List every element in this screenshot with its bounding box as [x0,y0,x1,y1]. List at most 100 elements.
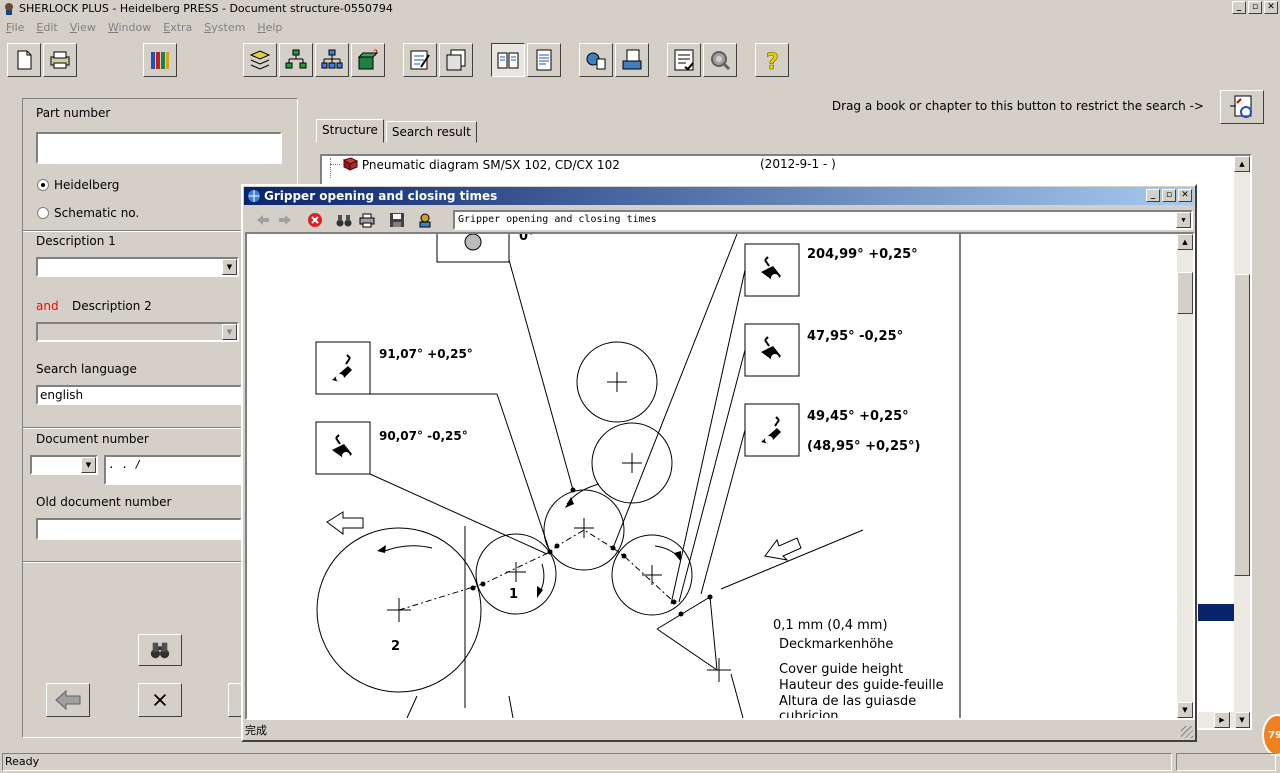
scroll-up-button[interactable]: ▲ [1234,156,1250,172]
settings-button[interactable] [703,43,737,77]
old-document-number-input[interactable] [36,518,242,540]
chevron-down-icon[interactable]: ▼ [81,457,96,473]
parts-button[interactable] [579,43,613,77]
clear-button[interactable] [138,683,182,717]
tree-item[interactable]: Pneumatic diagram SM/SX 102, CD/CX 102 [342,157,620,172]
doc-maximize-button[interactable]: ▫ [1162,189,1176,202]
guide-triangle [656,596,718,672]
edit-icon [410,50,430,70]
scroll-up-button[interactable]: ▲ [1177,234,1193,250]
copy-button[interactable] [439,43,473,77]
menu-window[interactable]: Window [102,21,157,34]
radio-heidelberg[interactable] [37,179,49,191]
help-button[interactable]: ? [755,43,789,77]
back-button[interactable] [46,683,90,717]
contact-point [470,585,476,591]
tree-hscrollbar[interactable]: ▶ [1198,712,1236,728]
menu-help[interactable]: Help [251,21,288,34]
selected-tree-row[interactable] [1198,604,1236,621]
menu-extra[interactable]: Extra [157,21,198,34]
tab-structure[interactable]: Structure [316,119,384,143]
radio-heidelberg-label[interactable]: Heidelberg [54,178,119,192]
diagram-label: 0° [519,234,535,244]
leader-line [670,269,746,605]
contact-point [547,549,553,555]
scroll-thumb[interactable] [1234,274,1250,576]
doc-forward-button[interactable] [275,210,295,230]
doc-stop-button[interactable] [305,210,325,230]
part-number-input[interactable] [36,132,282,164]
document-number-prefix-select[interactable]: ▼ [30,455,98,475]
stack-icon [249,50,271,70]
rotation-arrow [381,545,433,553]
diagram-label: Cover guide height [779,662,903,677]
print-button[interactable] [43,43,77,77]
package-button[interactable]: ? [351,43,385,77]
printer-icon [359,213,375,228]
parts-print-button[interactable] [615,43,649,77]
document-scrollbar[interactable]: ▲ ▼ [1177,234,1193,718]
menu-edit[interactable]: Edit [30,21,63,34]
doc-options-button[interactable] [415,210,435,230]
document-address-combo[interactable]: Gripper opening and closing times ▼ [453,210,1193,230]
document-toolbar: Gripper opening and closing times ▼ [245,208,1193,232]
status-bar: Ready [0,753,1280,773]
chevron-down-icon[interactable]: ▼ [222,259,237,275]
doc-find-button[interactable] [334,210,354,230]
doc-minimize-button[interactable]: _ [1146,189,1160,202]
books-icon [151,52,169,69]
leader-line [369,473,548,555]
page-view-button[interactable] [527,43,561,77]
resize-grip[interactable] [1181,726,1193,738]
radio-schematic-label[interactable]: Schematic no. [54,206,139,220]
menu-view[interactable]: View [64,21,102,34]
browser-icon [248,190,260,202]
checklist-button[interactable] [667,43,701,77]
restrict-search-button[interactable] [1220,90,1264,124]
document-status: 完成 [245,724,267,737]
description1-select[interactable]: ▼ [36,257,239,277]
tree-scrollbar[interactable]: ▲ ▼ [1234,156,1250,728]
stack-button[interactable] [243,43,277,77]
new-button[interactable] [7,43,41,77]
scroll-right-button[interactable]: ▶ [1214,712,1230,728]
diagram-label: cubricion [779,709,839,718]
diagram-label: 91,07° +0,25° [379,347,473,361]
menu-system[interactable]: System [198,21,251,34]
search-language-field[interactable]: english [36,385,242,405]
document-window[interactable]: Gripper opening and closing times _ ▫ ✕ … [241,184,1197,742]
maximize-button[interactable]: ▫ [1248,1,1262,14]
doc-print-button[interactable] [357,210,377,230]
scroll-thumb[interactable] [1177,272,1193,314]
contact-point [621,553,627,559]
doc-close-button[interactable]: ✕ [1178,189,1192,202]
minimize-button[interactable]: _ [1232,1,1246,14]
scroll-down-button[interactable]: ▼ [1177,702,1193,718]
arrowhead [565,497,574,508]
scroll-down-button[interactable]: ▼ [1234,712,1250,728]
parts-print-icon [622,49,642,70]
chevron-down-icon[interactable]: ▼ [1176,212,1191,228]
main-toolbar: ? ? [0,40,1280,80]
search-button[interactable] [138,634,182,666]
hierarchy-button[interactable] [315,43,349,77]
close-button[interactable]: ✕ [1264,1,1278,14]
arrowhead [674,551,681,562]
right-arrow-icon [279,215,291,225]
books-button[interactable] [143,43,177,77]
doc-save-button[interactable] [387,210,407,230]
centre-mark [707,658,731,682]
document-view[interactable]: 0° 204,99° +0,25° 47,95° -0,25° 49,45° +… [245,232,1195,720]
tab-search-result[interactable]: Search result [385,121,477,143]
drop-target-icon [1230,95,1252,118]
notification-badge[interactable]: 79 [1262,714,1280,756]
document-titlebar[interactable]: Gripper opening and closing times _ ▫ ✕ [244,187,1194,205]
doc-back-button[interactable] [253,210,273,230]
contact-point [554,543,560,549]
book-view-button[interactable] [491,43,525,77]
menu-file[interactable]: File [0,21,30,34]
radio-schematic[interactable] [37,207,49,219]
document-number-input[interactable]: . . / [104,455,242,485]
edit-button[interactable] [403,43,437,77]
tree-button[interactable] [279,43,313,77]
